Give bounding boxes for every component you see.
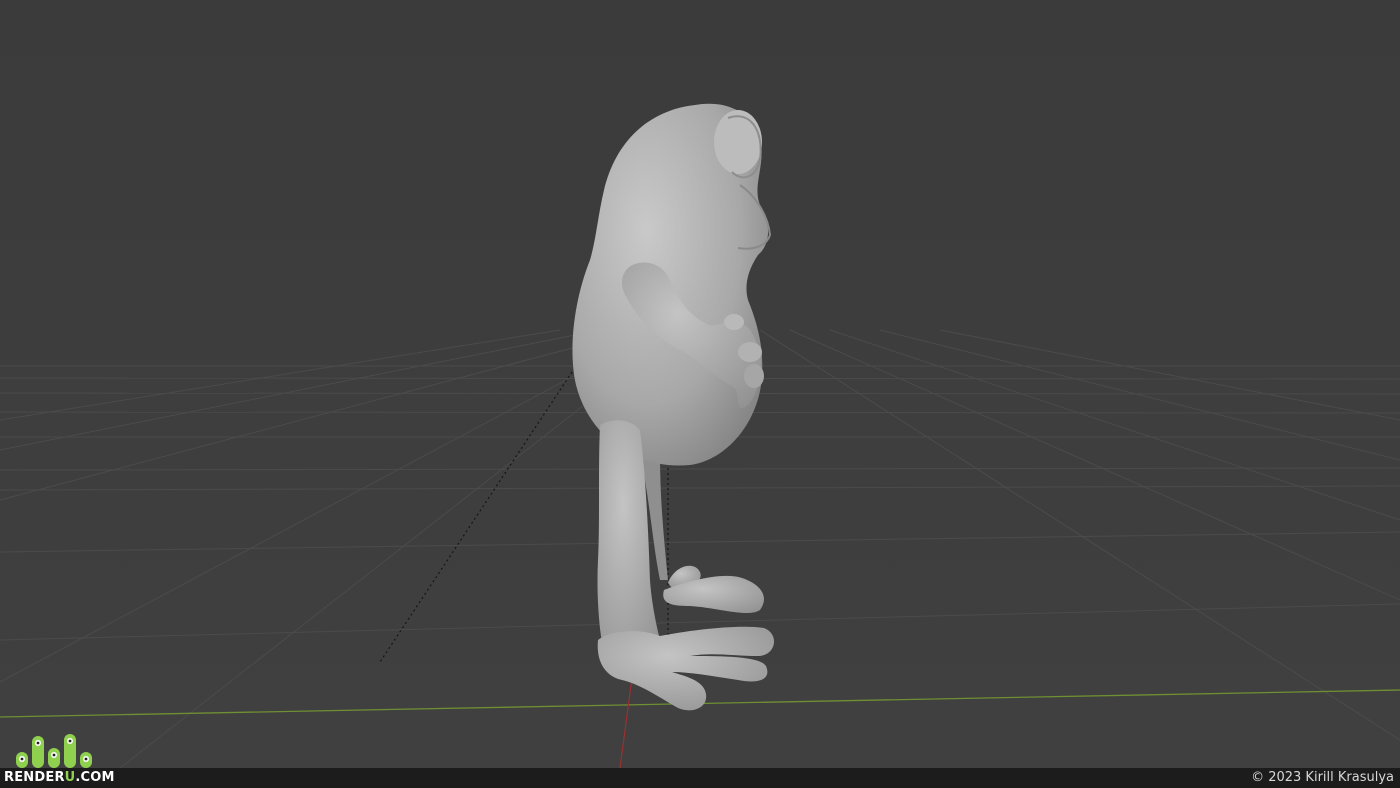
logo-text-accent: U <box>64 770 76 785</box>
finger-3 <box>744 364 764 388</box>
copyright-text: © 2023 Kirill Krasulya <box>1251 770 1394 785</box>
3d-viewport[interactable] <box>0 0 1400 768</box>
eye-bulge <box>714 110 762 174</box>
footer-bar <box>0 768 1400 788</box>
logo-text-tail: .COM <box>75 770 115 785</box>
logo-text-main: RENDER <box>4 770 65 785</box>
viewport-canvas[interactable] <box>0 0 1400 768</box>
finger-1 <box>724 314 744 330</box>
logo-mascots-icon <box>16 734 92 768</box>
finger-2 <box>738 342 762 362</box>
logo-text[interactable]: RENDERU.COM <box>4 768 115 788</box>
